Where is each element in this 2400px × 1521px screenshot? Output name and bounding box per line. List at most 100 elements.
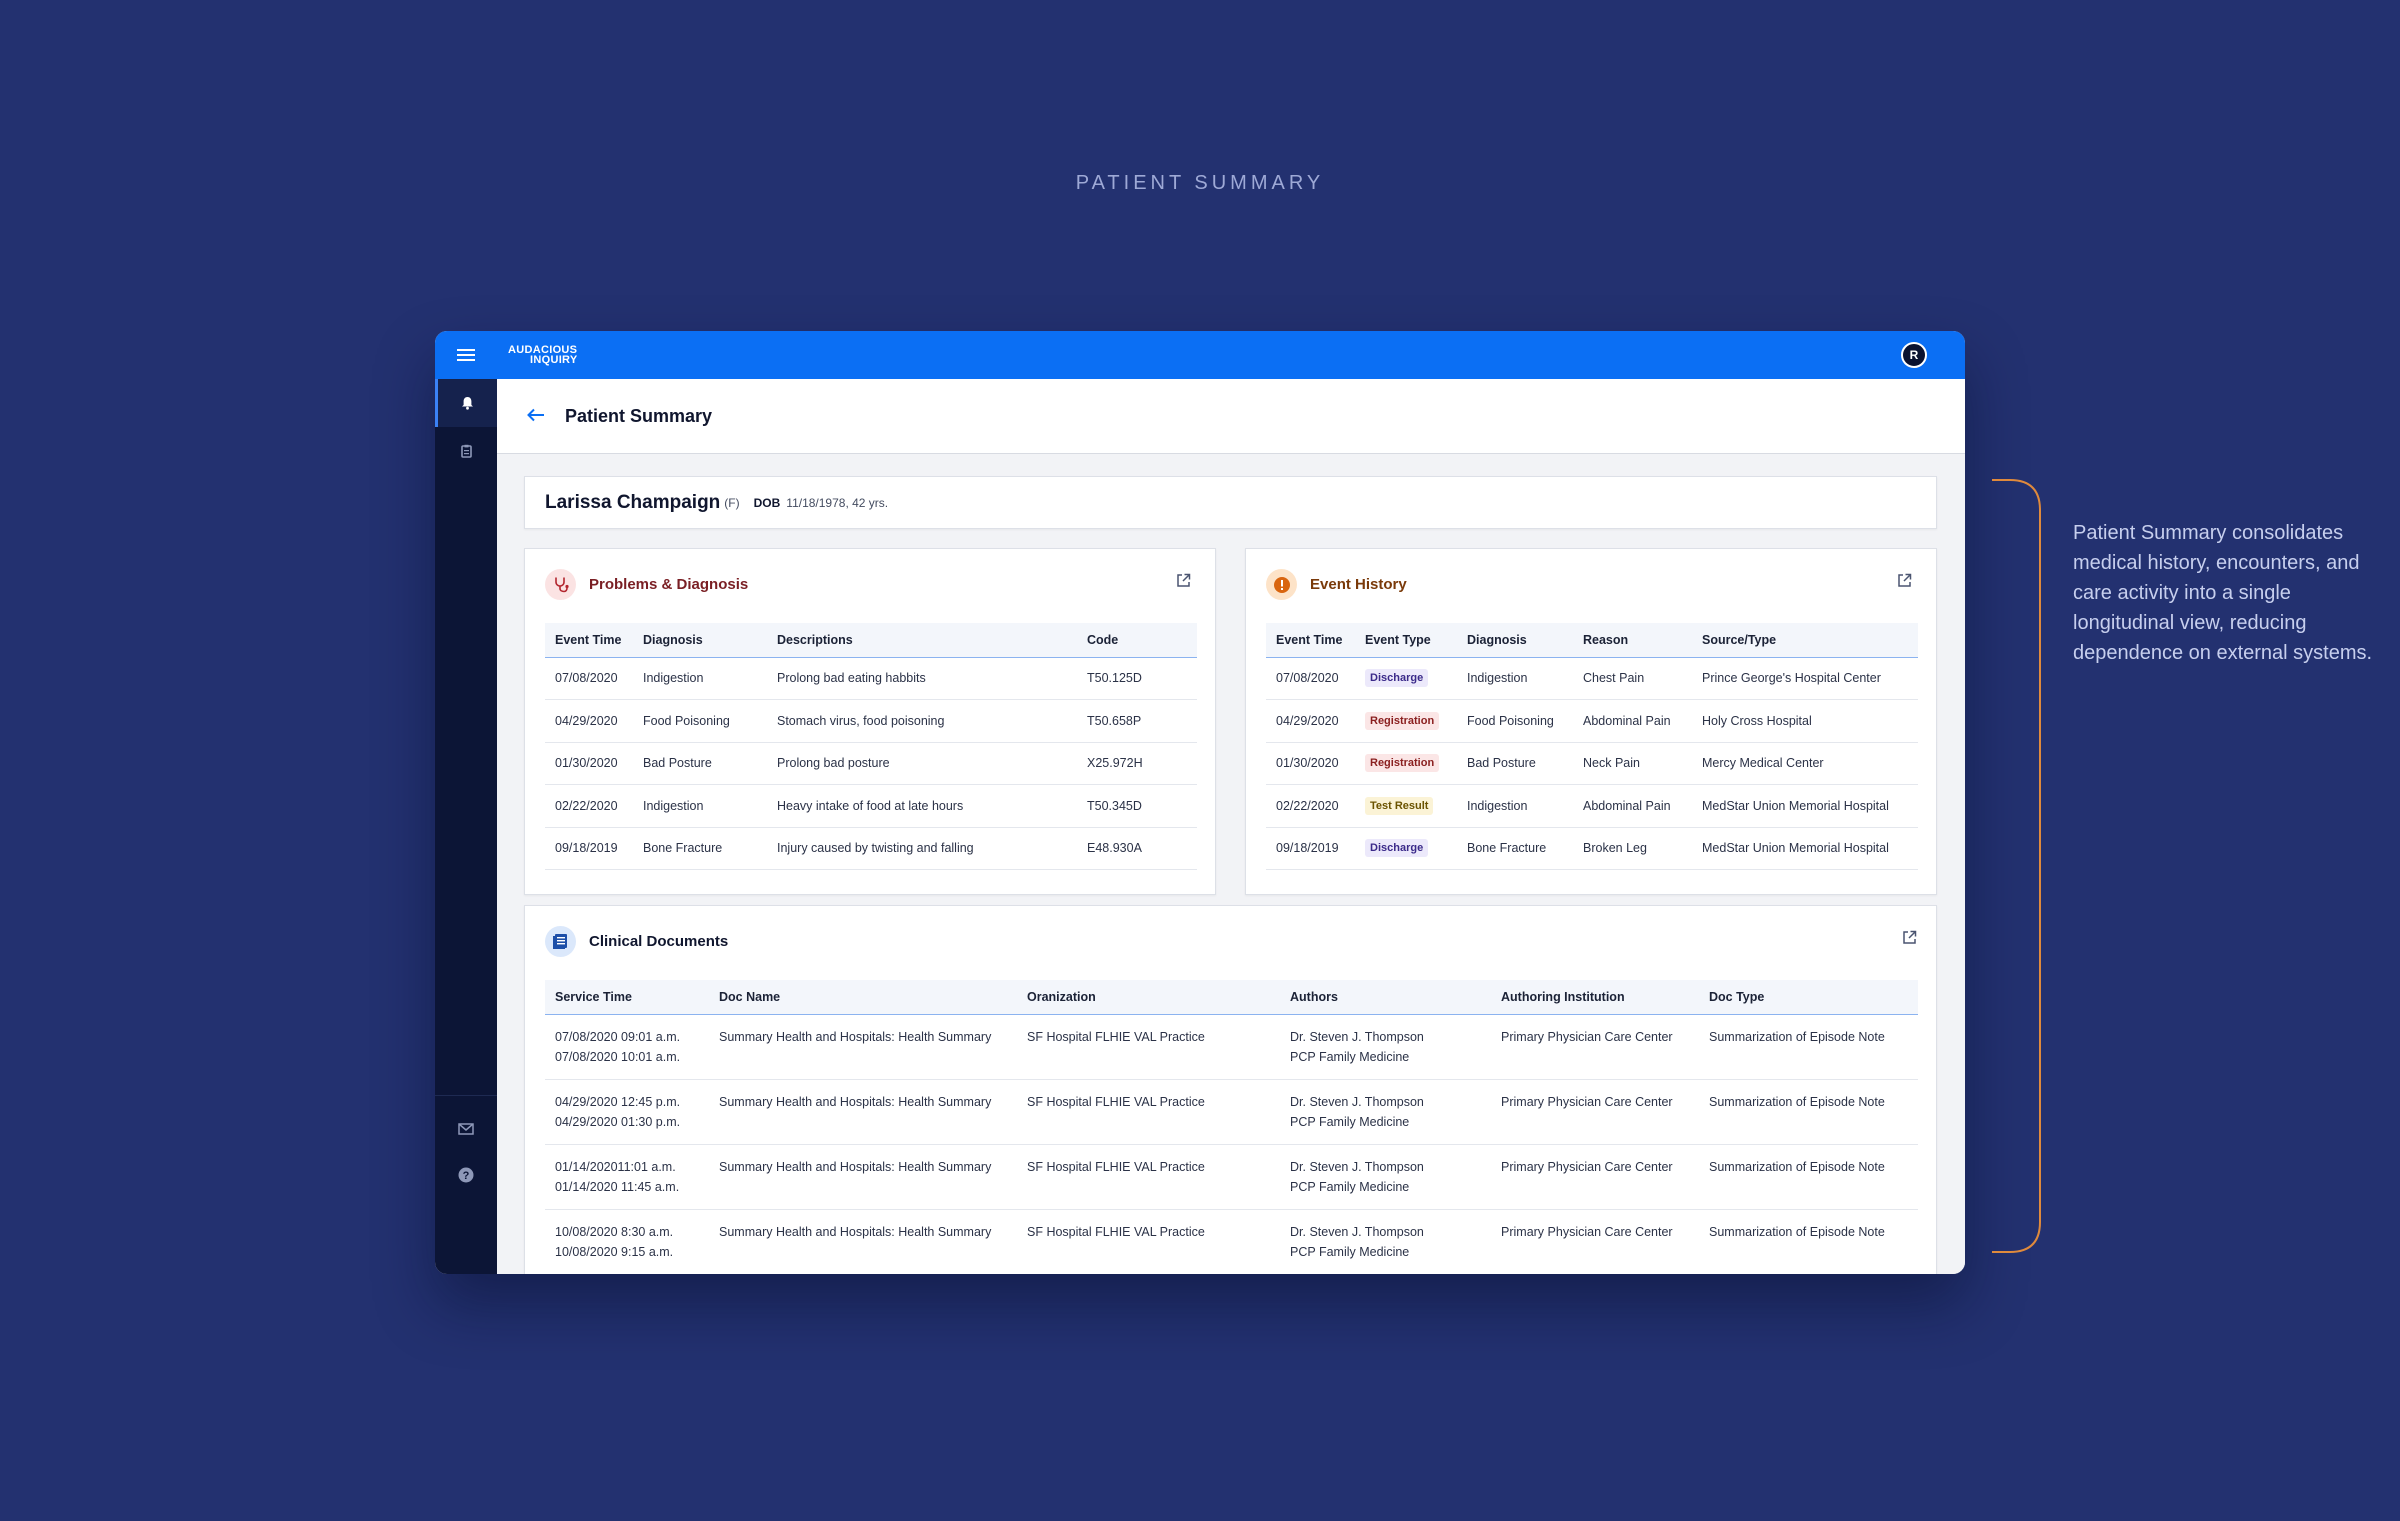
table-row[interactable]: 01/30/2020 Bad Posture Prolong bad postu… xyxy=(545,742,1197,785)
author-dept: PCP Family Medicine xyxy=(1290,1114,1410,1129)
cell[interactable]: Summary Health and Hospitals: Health Sum… xyxy=(709,1144,1017,1210)
cell: Primary Physician Care Center xyxy=(1491,1144,1699,1210)
service-end: 01/14/2020 11:45 a.m. xyxy=(555,1179,680,1194)
external-link-icon[interactable] xyxy=(1902,930,1917,949)
cell: Stomach virus, food poisoning xyxy=(767,699,1077,743)
user-avatar[interactable]: R xyxy=(1901,342,1927,368)
cell: SF Hospital FLHIE VAL Practice xyxy=(1017,1079,1280,1145)
cell: 07/08/2020 xyxy=(1266,657,1355,700)
table-row[interactable]: 04/29/2020 Food Poisoning Stomach virus,… xyxy=(545,699,1197,743)
cell: T50.658P xyxy=(1077,699,1197,743)
dob-label: DOB xyxy=(753,495,781,510)
problems-diagnosis-card: Problems & Diagnosis Event Time Diagnosi… xyxy=(524,548,1216,895)
author-dept: PCP Family Medicine xyxy=(1290,1244,1410,1259)
nav-item-clipboard[interactable] xyxy=(435,427,497,475)
cell: Test Result xyxy=(1355,784,1457,828)
cell[interactable]: Summary Health and Hospitals: Health Sum… xyxy=(709,1209,1017,1274)
service-end: 10/08/2020 9:15 a.m. xyxy=(555,1244,674,1259)
cell: Registration xyxy=(1355,742,1457,785)
column-header[interactable]: Event Time xyxy=(545,623,633,658)
side-nav: ? xyxy=(435,379,497,1274)
service-start: 01/14/202011:01 a.m. xyxy=(555,1159,676,1174)
documents-table: Service Time Doc Name Oranization Author… xyxy=(545,980,1918,1274)
svg-text:?: ? xyxy=(463,1170,470,1182)
event-type-badge: Discharge xyxy=(1365,669,1429,688)
menu-icon[interactable] xyxy=(435,331,497,379)
cell: 04/29/2020 xyxy=(1266,699,1355,743)
column-header[interactable]: Authors xyxy=(1280,980,1491,1015)
cell: Chest Pain xyxy=(1573,657,1692,700)
column-header[interactable]: Oranization xyxy=(1017,980,1280,1015)
cell: MedStar Union Memorial Hospital xyxy=(1692,784,1918,828)
clipboard-icon xyxy=(460,444,472,458)
nav-item-notifications[interactable] xyxy=(435,379,497,427)
cell: Summarization of Episode Note xyxy=(1699,1209,1918,1274)
cell: SF Hospital FLHIE VAL Practice xyxy=(1017,1144,1280,1210)
cell: Summarization of Episode Note xyxy=(1699,1014,1918,1080)
external-link-icon[interactable] xyxy=(1897,573,1912,592)
back-arrow-icon[interactable] xyxy=(527,405,545,428)
author-name: Dr. Steven J. Thompson xyxy=(1290,1224,1424,1239)
cell: Summarization of Episode Note xyxy=(1699,1079,1918,1145)
cell: Dr. Steven J. Thompson PCP Family Medicin… xyxy=(1280,1144,1491,1210)
cell: Dr. Steven J. Thompson PCP Family Medicin… xyxy=(1280,1209,1491,1274)
cell: 02/22/2020 xyxy=(545,784,633,828)
column-header[interactable]: Code xyxy=(1077,623,1197,658)
author-dept: PCP Family Medicine xyxy=(1290,1049,1410,1064)
table-row[interactable]: 04/29/2020 12:45 p.m. 04/29/2020 01:30 p.… xyxy=(545,1079,1918,1145)
column-header[interactable]: Reason xyxy=(1573,623,1692,658)
cell[interactable]: Summary Health and Hospitals: Health Sum… xyxy=(709,1079,1017,1145)
table-row[interactable]: 01/30/2020 Registration Bad Posture Neck… xyxy=(1266,742,1918,785)
cell: 09/18/2019 xyxy=(1266,827,1355,870)
cell: 01/14/202011:01 a.m. 01/14/2020 11:45 a.m… xyxy=(545,1144,709,1210)
cell: Food Poisoning xyxy=(633,699,767,743)
table-row[interactable]: 07/08/2020 Discharge Indigestion Chest P… xyxy=(1266,657,1918,700)
cell: 07/08/2020 xyxy=(545,657,633,700)
column-header[interactable]: Authoring Institution xyxy=(1491,980,1699,1015)
column-header[interactable]: Event Type xyxy=(1355,623,1457,658)
column-header[interactable]: Event Time xyxy=(1266,623,1355,658)
external-link-icon[interactable] xyxy=(1176,573,1191,592)
stethoscope-icon xyxy=(545,569,576,600)
table-row[interactable]: 09/18/2019 Bone Fracture Injury caused b… xyxy=(545,827,1197,870)
cell: X25.972H xyxy=(1077,742,1197,785)
cell: 04/29/2020 xyxy=(545,699,633,743)
cell: 02/22/2020 xyxy=(1266,784,1355,828)
cell: Primary Physician Care Center xyxy=(1491,1209,1699,1274)
column-header[interactable]: Service Time xyxy=(545,980,709,1015)
column-header[interactable]: Descriptions xyxy=(767,623,1077,658)
cell: 07/08/2020 09:01 a.m. 07/08/2020 10:01 a.… xyxy=(545,1014,709,1080)
top-bar: AUDACIOUS INQUIRY R xyxy=(435,331,1965,379)
table-row[interactable]: 02/22/2020 Indigestion Heavy intake of f… xyxy=(545,784,1197,828)
brand-logo[interactable]: AUDACIOUS INQUIRY xyxy=(508,345,578,366)
cell: Holy Cross Hospital xyxy=(1692,699,1918,743)
nav-item-mail[interactable] xyxy=(435,1106,497,1152)
cell: SF Hospital FLHIE VAL Practice xyxy=(1017,1209,1280,1274)
cell: Dr. Steven J. Thompson PCP Family Medicin… xyxy=(1280,1079,1491,1145)
cell: Prolong bad posture xyxy=(767,742,1077,785)
table-row[interactable]: 07/08/2020 09:01 a.m. 07/08/2020 10:01 a.… xyxy=(545,1014,1918,1080)
cell: Abdominal Pain xyxy=(1573,784,1692,828)
table-row[interactable]: 10/08/2020 8:30 a.m. 10/08/2020 9:15 a.m.… xyxy=(545,1209,1918,1274)
column-header[interactable]: Doc Type xyxy=(1699,980,1918,1015)
dob-value: 11/18/1978, 42 yrs. xyxy=(786,495,889,510)
table-row[interactable]: 01/14/202011:01 a.m. 01/14/2020 11:45 a.m… xyxy=(545,1144,1918,1210)
page-header: Patient Summary xyxy=(497,379,1965,454)
table-row[interactable]: 07/08/2020 Indigestion Prolong bad eatin… xyxy=(545,657,1197,700)
cell: Bone Fracture xyxy=(1457,827,1573,870)
table-row[interactable]: 04/29/2020 Registration Food Poisoning A… xyxy=(1266,699,1918,743)
column-header[interactable]: Diagnosis xyxy=(1457,623,1573,658)
column-header[interactable]: Diagnosis xyxy=(633,623,767,658)
column-header[interactable]: Doc Name xyxy=(709,980,1017,1015)
table-row[interactable]: 09/18/2019 Discharge Bone Fracture Broke… xyxy=(1266,827,1918,870)
cell: Registration xyxy=(1355,699,1457,743)
table-row[interactable]: 02/22/2020 Test Result Indigestion Abdom… xyxy=(1266,784,1918,828)
page-heading: PATIENT SUMMARY xyxy=(1075,172,1325,194)
patient-info-card: Larissa Champaign (F) DOB 11/18/1978, 42… xyxy=(524,476,1937,529)
cell[interactable]: Summary Health and Hospitals: Health Sum… xyxy=(709,1014,1017,1080)
cell: T50.125D xyxy=(1077,657,1197,700)
column-header[interactable]: Source/Type xyxy=(1692,623,1918,658)
nav-item-help[interactable]: ? xyxy=(435,1152,497,1198)
cell: Discharge xyxy=(1355,827,1457,870)
side-nav-bottom: ? xyxy=(435,1095,497,1198)
